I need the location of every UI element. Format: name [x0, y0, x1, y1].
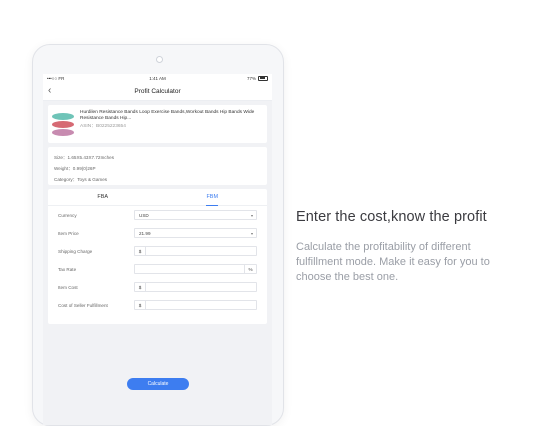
item-price-row: Item Price 21.99 ▾ — [48, 224, 267, 242]
percent-suffix: % — [244, 265, 256, 273]
shipping-charge-row: Shipping Charge $ — [48, 242, 267, 260]
band-ring-red — [52, 121, 74, 128]
product-card[interactable]: Hurdilen Resistance Bands Loop Exercise … — [48, 105, 267, 143]
status-bar: •••○○ FR 1:41 AM 77% — [43, 74, 272, 83]
tax-rate-input[interactable]: % — [134, 264, 257, 274]
fulfillment-cost-label: Cost of Seller Fulfillment — [58, 302, 108, 308]
fulfillment-cost-row: Cost of Seller Fulfillment $ — [48, 296, 267, 314]
spec-category: Category：Toys & Games — [54, 177, 108, 182]
app-screen: •••○○ FR 1:41 AM 77% ‹ Profit Calculator… — [43, 74, 272, 425]
item-cost-row: Item Cost $ — [48, 278, 267, 296]
chevron-down-icon: ▾ — [250, 230, 253, 236]
calculate-button[interactable]: Calculate — [127, 378, 189, 390]
nav-bar: ‹ Profit Calculator — [43, 83, 272, 101]
fulfillment-cost-input[interactable]: $ — [134, 300, 257, 310]
currency-row: Currency USD ▾ — [48, 206, 267, 224]
tab-fba[interactable]: FBA — [48, 191, 158, 205]
calculator-form: FBA FBM Currency USD ▾ Item Price 21.99 … — [48, 189, 267, 324]
currency-value: USD — [139, 212, 149, 218]
currency-label: Currency — [58, 212, 77, 218]
tax-rate-row: Tax Rate % — [48, 260, 267, 278]
product-specs: Size：1.65X5.43X7.72Inches Weight：0.99(0)… — [48, 147, 267, 185]
dollar-prefix: $ — [135, 301, 146, 309]
currency-select[interactable]: USD ▾ — [134, 210, 257, 220]
shipping-charge-label: Shipping Charge — [58, 248, 93, 254]
shipping-charge-input[interactable]: $ — [134, 246, 257, 256]
tax-rate-label: Tax Rate — [58, 266, 77, 272]
chevron-down-icon: ▾ — [250, 212, 253, 218]
fulfillment-tabs: FBA FBM — [48, 191, 267, 206]
dollar-prefix: $ — [135, 247, 146, 255]
band-ring-purple — [52, 129, 74, 136]
promo-headline: Enter the cost,know the profit — [296, 209, 487, 225]
dollar-prefix: $ — [135, 283, 146, 291]
product-asin: ASIN：B0225223654 — [80, 124, 126, 129]
product-title: Hurdilen Resistance Bands Loop Exercise … — [80, 110, 255, 121]
band-ring-teal — [52, 113, 74, 120]
item-price-label: Item Price — [58, 230, 79, 236]
item-cost-label: Item Cost — [58, 284, 78, 290]
clock: 1:41 AM — [149, 76, 166, 81]
item-cost-input[interactable]: $ — [134, 282, 257, 292]
camera-dot — [156, 56, 163, 63]
item-price-value: 21.99 — [139, 230, 151, 236]
battery-icon — [258, 75, 268, 82]
page-title: Profit Calculator — [134, 88, 181, 95]
product-thumbnail — [52, 110, 74, 138]
back-arrow-icon[interactable]: ‹ — [48, 85, 51, 96]
spec-size: Size：1.65X5.43X7.72Inches — [54, 155, 115, 160]
item-price-select[interactable]: 21.99 ▾ — [134, 228, 257, 238]
promo-description: Calculate the profitability of different… — [296, 241, 490, 283]
tab-fbm[interactable]: FBM — [158, 191, 268, 206]
tablet-frame: •••○○ FR 1:41 AM 77% ‹ Profit Calculator… — [32, 44, 284, 426]
spec-weight: Weight：0.99(0)26P — [54, 166, 96, 171]
